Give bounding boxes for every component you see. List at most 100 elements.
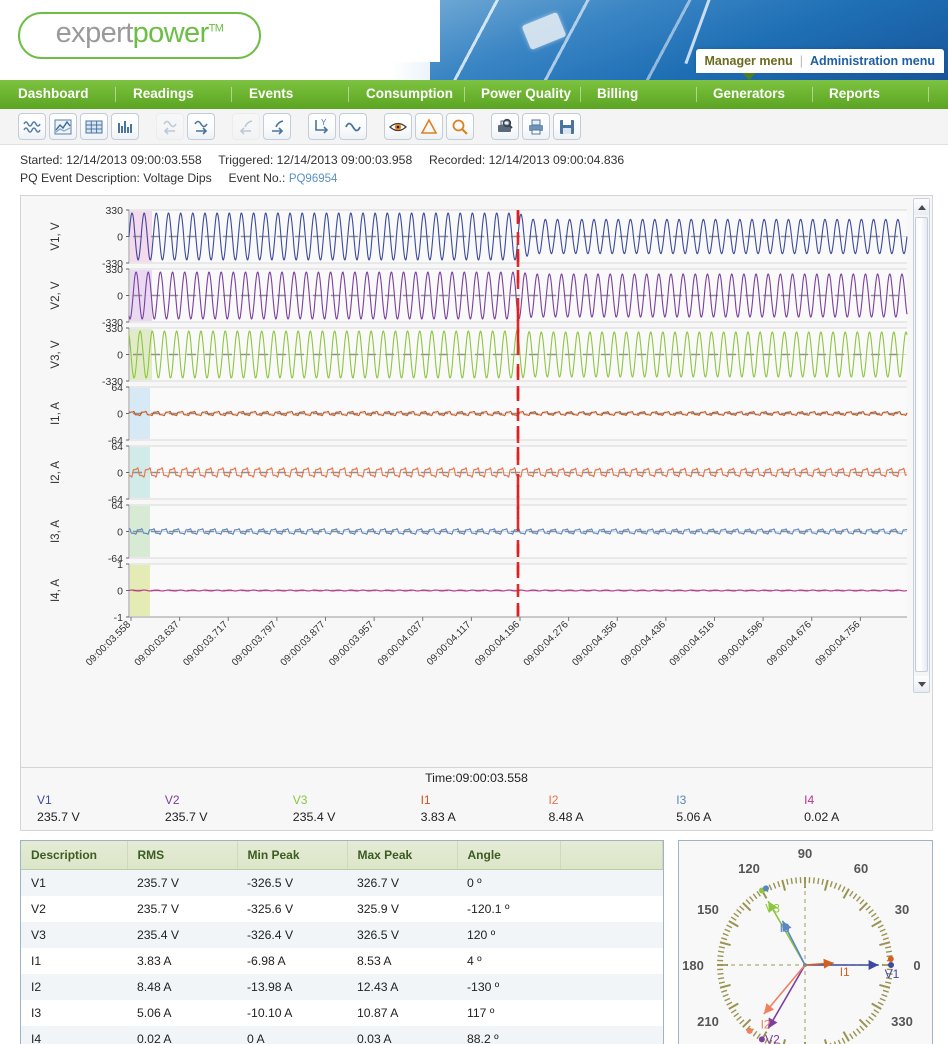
table-view-icon[interactable] — [80, 113, 108, 140]
scroll-down-arrow-icon[interactable] — [914, 676, 929, 692]
nav-item-billing[interactable]: Billing — [597, 86, 638, 101]
event-timestamps-line: Started: 12/14/2013 09:00:03.558 Trigger… — [20, 151, 948, 169]
svg-text:330: 330 — [891, 1014, 913, 1029]
svg-text:180: 180 — [682, 958, 704, 973]
table-cell-rms: 8.48 A — [127, 974, 237, 1000]
table-row[interactable]: I1 3.83 A -6.98 A 8.53 A4 º — [21, 948, 663, 974]
nav-divider-5 — [696, 87, 697, 102]
svg-text:I1: I1 — [840, 965, 850, 979]
nav-item-power-quality[interactable]: Power Quality — [481, 86, 571, 101]
svg-text:64: 64 — [111, 382, 123, 394]
table-header-min-peak[interactable]: Min Peak — [237, 841, 348, 870]
table-cell-max-peak: 12.43 A — [347, 974, 457, 1000]
table-cell-description: I4 — [21, 1026, 127, 1044]
table-row[interactable]: I4 0.02 A0 A 0.03 A 88.2 º — [21, 1026, 663, 1044]
table-header-description[interactable]: Description — [21, 841, 128, 870]
svg-text:30: 30 — [895, 902, 909, 917]
svg-text:0: 0 — [117, 232, 123, 244]
table-cell-description: V3 — [21, 922, 127, 948]
table-header-blank[interactable] — [560, 841, 663, 870]
svg-text:Y: Y — [321, 118, 327, 127]
phasor-diagram-panel[interactable]: 0306090120150180210240270300330V1V2V3I1I… — [678, 840, 933, 1044]
nav-item-readings[interactable]: Readings — [133, 86, 194, 101]
channel-name: I4 — [804, 793, 815, 807]
channel-value-v2: V2 235.7 V — [165, 793, 293, 824]
table-cell-rms: 235.7 V — [127, 869, 237, 896]
table-cell-angle: 4 º — [457, 948, 560, 974]
phasor-diagram[interactable]: 0306090120150180210240270300330V1V2V3I1I… — [679, 841, 932, 1044]
main-navigation: Dashboard Readings Events Consumption Power … — [0, 80, 948, 109]
nav-divider-4 — [580, 87, 581, 102]
eye-view-icon[interactable] — [384, 113, 412, 140]
svg-text:V1: V1 — [885, 967, 900, 981]
svg-text:I4, A: I4, A — [50, 579, 62, 602]
table-cell-max-peak: 8.53 A — [347, 948, 457, 974]
table-header-max-peak[interactable]: Max Peak — [347, 841, 458, 870]
nav-divider-7 — [928, 87, 929, 102]
table-header-row: Description RMS Min Peak Max Peak Angle — [21, 841, 663, 870]
rms-chart-icon[interactable] — [49, 113, 77, 140]
table-cell- — [560, 1000, 663, 1026]
svg-text:64: 64 — [111, 441, 123, 453]
table-row[interactable]: V1 235.7 V -326.5 V 326.7 V0 º — [21, 869, 663, 896]
waveform-chart[interactable]: 3300-330V1, V3300-330V2, V3300-330V3, V6… — [21, 196, 914, 767]
channel-reading: 235.4 V — [292, 810, 336, 824]
table-row[interactable]: V3 235.4 V -326.4 V 326.5 V 120 º — [21, 922, 663, 948]
nav-item-events[interactable]: Events — [249, 86, 293, 101]
svg-text:0: 0 — [117, 527, 123, 539]
table-cell-max-peak: 10.87 A — [347, 1000, 457, 1026]
scroll-up-arrow-icon[interactable] — [914, 199, 929, 215]
next-cycle-icon[interactable] — [187, 113, 215, 140]
event-no-link[interactable]: PQ96954 — [289, 173, 338, 185]
triangle-phasor-icon[interactable] — [415, 113, 443, 140]
table-cell-max-peak: 325.9 V — [347, 896, 457, 922]
nav-item-generators[interactable]: Generators — [713, 86, 785, 101]
print-preview-icon[interactable] — [491, 113, 519, 140]
scrollbar-thumb[interactable] — [915, 217, 928, 672]
channel-name: I1 — [420, 793, 431, 807]
channel-reading: 235.7 V — [37, 810, 80, 824]
table-cell-rms: 5.06 A — [127, 1000, 237, 1026]
next-event-icon[interactable] — [263, 113, 291, 140]
sine-overlay-icon[interactable] — [339, 113, 367, 140]
table-header-angle[interactable]: Angle — [457, 841, 561, 870]
nav-item-dashboard[interactable]: Dashboard — [18, 86, 89, 101]
printer-icon[interactable] — [522, 113, 550, 140]
harmonics-bar-icon[interactable] — [111, 113, 139, 140]
channel-reading: 235.7 V — [164, 810, 208, 824]
save-disk-icon[interactable] — [553, 113, 581, 140]
recorded-label: Recorded: — [429, 153, 486, 167]
table-row[interactable]: I3 5.06 A -10.10 A 10.87 A 117 º — [21, 1000, 663, 1026]
nav-item-consumption[interactable]: Consumption — [366, 86, 453, 101]
administration-menu-link[interactable]: Administration menu — [810, 54, 935, 68]
svg-text:330: 330 — [105, 323, 123, 335]
top-menu-box: Manager menu | Administration menu — [695, 49, 944, 80]
table-cell-rms: 0.02 A — [127, 1026, 237, 1044]
expertpower-logo[interactable]: expertpowerTM — [18, 12, 261, 59]
waveform-chart-icon[interactable] — [18, 113, 46, 140]
chart-vertical-scrollbar[interactable] — [913, 198, 930, 693]
nav-item-reports[interactable]: Reports — [829, 86, 880, 101]
table-cell-min-peak: 0 A — [237, 1026, 347, 1044]
logo-first-word: expert — [55, 17, 134, 49]
table-header-rms[interactable]: RMS — [127, 841, 238, 870]
table-cell-angle: 120 º — [457, 922, 560, 948]
logo-second-word: power — [132, 17, 210, 49]
channel-name: I3 — [676, 793, 687, 807]
table-cell-min-peak: -6.98 A — [237, 948, 347, 974]
logo-text: expertpowerTM — [56, 17, 224, 50]
table-cell-max-peak: 326.5 V — [347, 922, 457, 948]
table-cell- — [560, 869, 663, 896]
manager-menu-link[interactable]: Manager menu — [705, 54, 793, 68]
table-row[interactable]: V2 235.7 V -325.6 V 325.9 V -120.1 º — [21, 896, 663, 922]
magnifier-zoom-icon[interactable] — [446, 113, 474, 140]
table-row[interactable]: I2 8.48 A -13.98 A 12.43 A -130 º — [21, 974, 663, 1000]
table-cell- — [560, 1026, 663, 1044]
nav-divider-0 — [115, 87, 116, 102]
table-cell- — [560, 948, 663, 974]
triggered-label: Triggered: — [218, 153, 274, 167]
svg-text:V3, V: V3, V — [50, 340, 62, 368]
axis-scale-icon[interactable]: Y — [308, 113, 336, 140]
table-cell-description: V2 — [21, 896, 127, 922]
table-cell-rms: 235.7 V — [127, 896, 237, 922]
